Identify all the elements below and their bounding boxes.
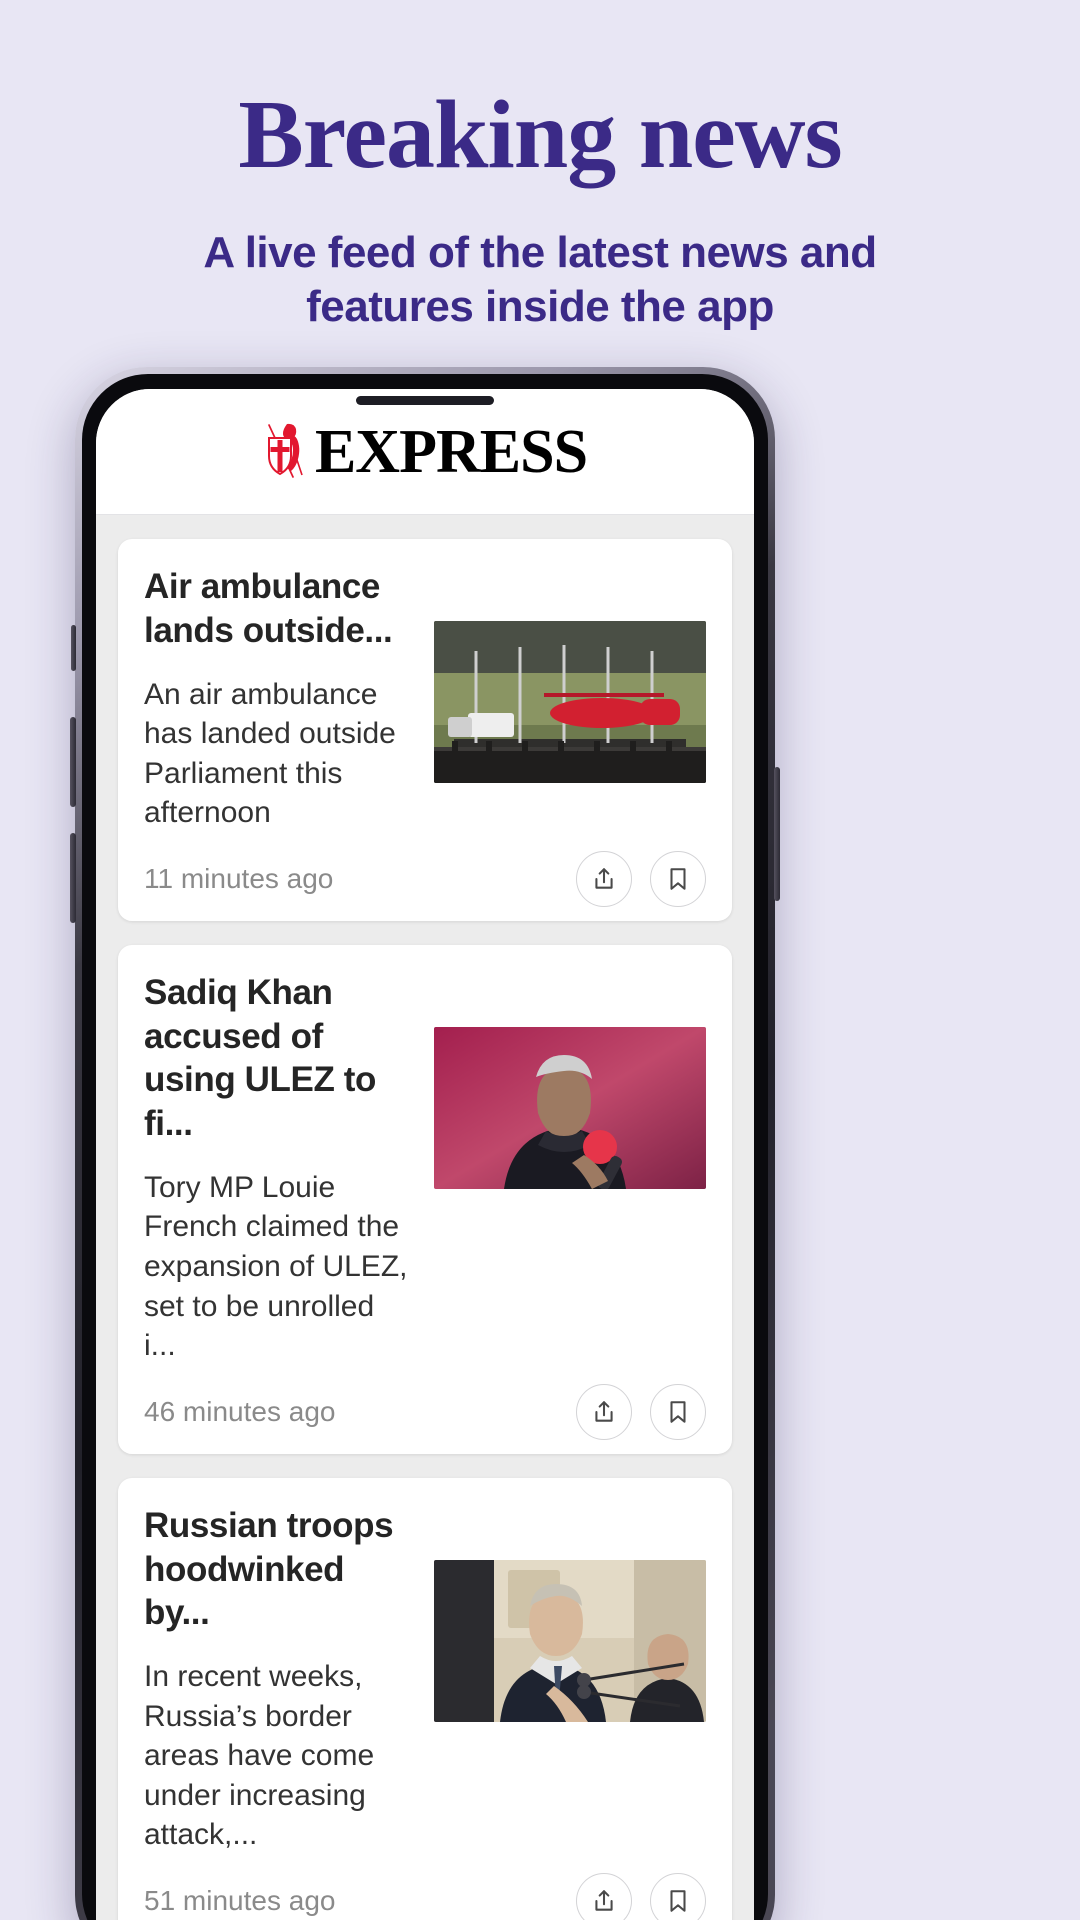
page-subtitle: A live feed of the latest news and featu… (203, 228, 877, 331)
article-card[interactable]: Air ambulance lands outside... An air am… (118, 539, 732, 921)
article-thumbnail[interactable] (434, 1559, 706, 1722)
article-timestamp: 11 minutes ago (144, 862, 334, 894)
article-description: In recent weeks, Russia’s border areas h… (144, 1660, 375, 1852)
app-header: EXPRESS (96, 389, 754, 515)
express-logo[interactable]: EXPRESS (263, 417, 588, 486)
article-footer: 51 minutes ago (144, 1873, 706, 1920)
share-button[interactable] (576, 1383, 632, 1440)
article-timestamp: 51 minutes ago (144, 1885, 336, 1917)
silence-switch[interactable] (71, 625, 76, 671)
news-feed[interactable]: Air ambulance lands outside... An air am… (96, 515, 754, 1920)
article-title[interactable]: Russian troops hoodwinked by... (144, 1504, 412, 1635)
article-description: An air ambulance has landed outside Parl… (144, 677, 396, 830)
article-body: Sadiq Khan accused of using ULEZ to fi..… (144, 971, 706, 1366)
air-ambulance-parliament-photo (434, 621, 706, 783)
article-footer: 46 minutes ago (144, 1383, 706, 1440)
share-button[interactable] (576, 850, 632, 907)
article-thumbnail[interactable] (434, 621, 706, 783)
article-text: Air ambulance lands outside... An air am… (144, 565, 412, 833)
share-icon (595, 1890, 613, 1911)
bookmark-button[interactable] (650, 1383, 706, 1440)
article-text: Russian troops hoodwinked by... In recen… (144, 1504, 412, 1855)
promo-header: Breaking news A live feed of the latest … (0, 0, 1080, 333)
phone-bezel: EXPRESS Air ambulance lands outside... A… (82, 374, 768, 1920)
volume-down-button[interactable] (70, 833, 76, 923)
share-button[interactable] (576, 1873, 632, 1920)
bookmark-button[interactable] (650, 1873, 706, 1920)
phone-screen: EXPRESS Air ambulance lands outside... A… (96, 389, 754, 1920)
bookmark-icon (670, 1890, 686, 1912)
crusader-knight-icon (267, 423, 303, 478)
share-icon (595, 868, 613, 889)
vladimir-putin-meeting-photo (434, 1559, 706, 1722)
earpiece-speaker (356, 396, 494, 405)
article-actions (576, 1383, 706, 1440)
page-title: Breaking news (238, 81, 842, 189)
share-icon (595, 1401, 613, 1422)
article-actions (576, 850, 706, 907)
phone-mockup: EXPRESS Air ambulance lands outside... A… (70, 367, 780, 1920)
power-button[interactable] (774, 767, 780, 901)
bookmark-icon (670, 868, 686, 890)
bookmark-icon (670, 1401, 686, 1423)
article-footer: 11 minutes ago (144, 850, 706, 907)
article-actions (576, 1873, 706, 1920)
article-timestamp: 46 minutes ago (144, 1395, 336, 1427)
article-card[interactable]: Sadiq Khan accused of using ULEZ to fi..… (118, 944, 732, 1454)
article-body: Russian troops hoodwinked by... In recen… (144, 1504, 706, 1855)
volume-up-button[interactable] (70, 717, 76, 807)
article-description: Tory MP Louie French claimed the expansi… (144, 1170, 408, 1363)
article-card[interactable]: Russian troops hoodwinked by... In recen… (118, 1477, 732, 1920)
article-thumbnail[interactable] (434, 1026, 706, 1189)
sadiq-khan-speaking-photo (434, 1026, 706, 1189)
article-title[interactable]: Sadiq Khan accused of using ULEZ to fi..… (144, 971, 412, 1146)
article-title[interactable]: Air ambulance lands outside... (144, 565, 412, 653)
express-wordmark: EXPRESS (314, 417, 588, 486)
bookmark-button[interactable] (650, 850, 706, 907)
article-body: Air ambulance lands outside... An air am… (144, 565, 706, 833)
article-text: Sadiq Khan accused of using ULEZ to fi..… (144, 971, 412, 1366)
